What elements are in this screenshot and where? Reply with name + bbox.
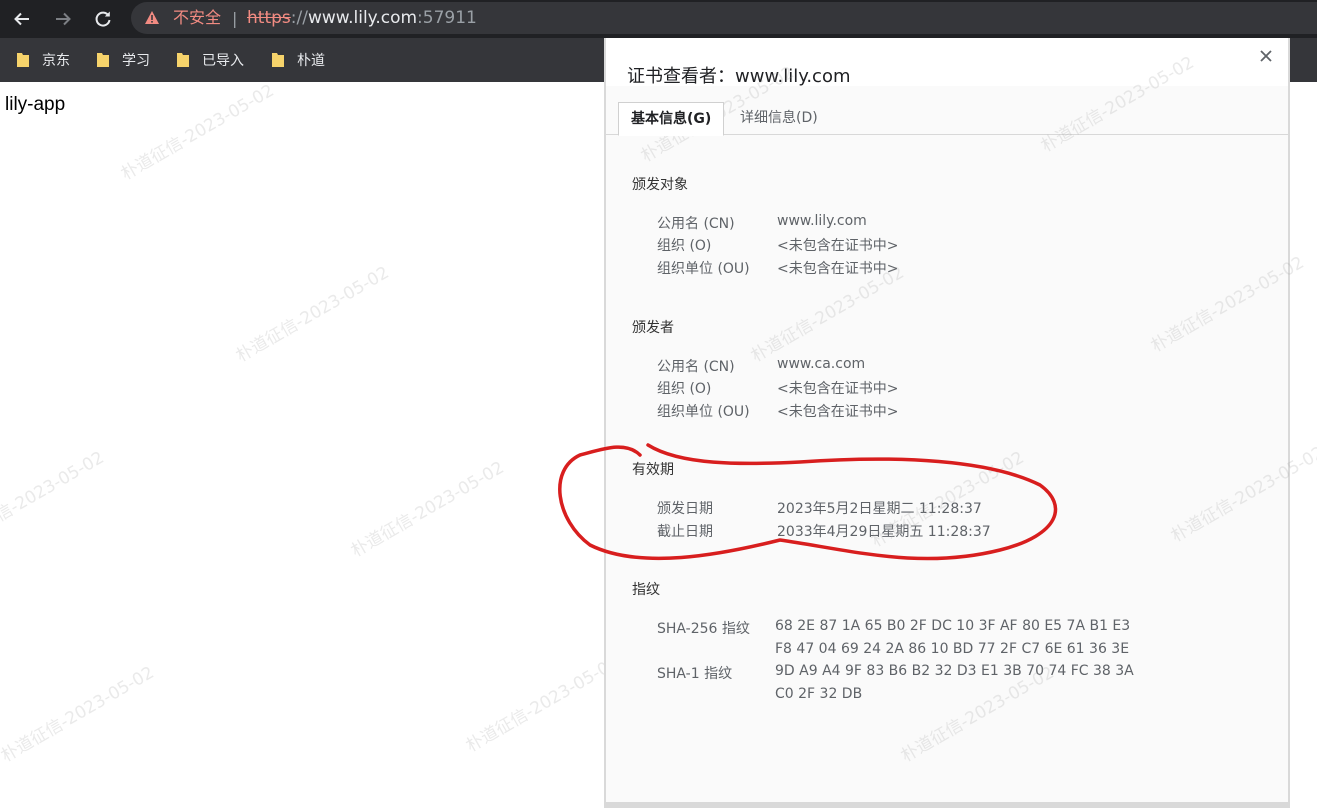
reload-icon[interactable] bbox=[89, 5, 117, 33]
folder-icon bbox=[16, 52, 30, 68]
bookmark-folder-imported[interactable]: 已导入 bbox=[176, 50, 244, 70]
url-scheme-separator: :// bbox=[290, 8, 308, 28]
issuer-cn-row: 公用名 (CN) www.ca.com bbox=[657, 356, 865, 376]
fingerprint-line: 68 2E 87 1A 65 B0 2F DC 10 3F AF 80 E5 7… bbox=[775, 618, 1131, 634]
back-icon[interactable] bbox=[8, 5, 36, 33]
close-icon[interactable] bbox=[1256, 46, 1276, 66]
field-label: 组织单位 (OU) bbox=[657, 261, 750, 277]
field-value: <未包含在证书中> bbox=[777, 238, 899, 254]
watermark: 朴道征信-2023-05-02 bbox=[232, 262, 393, 367]
field-label: 公用名 (CN) bbox=[657, 359, 735, 375]
field-value: 2023年5月2日星期二 11:28:37 bbox=[777, 501, 982, 517]
issued-date-row: 颁发日期 2023年5月2日星期二 11:28:37 bbox=[657, 498, 982, 518]
field-label: 截止日期 bbox=[657, 524, 713, 540]
section-title-fingerprints: 指纹 bbox=[632, 582, 660, 598]
field-value: www.lily.com bbox=[777, 213, 867, 229]
certificate-dialog-body: 基本信息(G) 详细信息(D) 颁发对象 公用名 (CN) www.lily.c… bbox=[606, 86, 1288, 802]
bookmark-folder-jingdong[interactable]: 京东 bbox=[16, 50, 70, 70]
url-port: :57911 bbox=[417, 8, 477, 28]
section-title-subject: 颁发对象 bbox=[632, 177, 688, 193]
bookmark-label: 学习 bbox=[122, 53, 150, 69]
url-host: www.lily.com bbox=[307, 8, 418, 28]
section-title-issuer: 颁发者 bbox=[632, 320, 674, 336]
subject-cn-row: 公用名 (CN) www.lily.com bbox=[657, 213, 867, 233]
subject-o-row: 组织 (O) <未包含在证书中> bbox=[657, 235, 898, 255]
field-label: 组织 (O) bbox=[657, 381, 712, 397]
field-label: SHA-1 指纹 bbox=[657, 666, 733, 682]
field-value: <未包含在证书中> bbox=[777, 261, 899, 277]
field-label: SHA-256 指纹 bbox=[657, 621, 750, 637]
expiry-date-row: 截止日期 2033年4月29日星期五 11:28:37 bbox=[657, 521, 991, 541]
omnibox-separator: | bbox=[232, 9, 238, 28]
bookmark-label: 京东 bbox=[42, 53, 70, 69]
issuer-o-row: 组织 (O) <未包含在证书中> bbox=[657, 378, 898, 398]
issuer-ou-row: 组织单位 (OU) <未包含在证书中> bbox=[657, 401, 898, 421]
field-label: 公用名 (CN) bbox=[657, 216, 735, 232]
url-scheme: https bbox=[247, 8, 291, 28]
field-label: 组织 (O) bbox=[657, 238, 712, 254]
watermark: 朴道征信-2023-05-02 bbox=[347, 457, 508, 562]
fingerprint-line: F8 47 04 69 24 2A 86 10 BD 77 2F C7 6E 6… bbox=[775, 641, 1130, 657]
dialog-title: 证书查看者：www.lily.com bbox=[627, 66, 851, 87]
sha1-fingerprint-row: SHA-1 指纹 9D A9 A4 9F 83 B6 B2 32 D3 E1 3… bbox=[657, 663, 1134, 702]
field-value: 2033年4月29日星期五 11:28:37 bbox=[777, 524, 991, 540]
field-value: <未包含在证书中> bbox=[777, 381, 899, 397]
url-text[interactable]: https://www.lily.com:57911 bbox=[247, 7, 477, 29]
watermark: 朴道征信-2023-05-02 bbox=[0, 662, 158, 767]
fingerprint-line: 9D A9 A4 9F 83 B6 B2 32 D3 E1 3B 70 74 F… bbox=[775, 663, 1134, 679]
field-value: <未包含在证书中> bbox=[777, 404, 899, 420]
forward-icon[interactable] bbox=[49, 5, 77, 33]
certificate-dialog-header: 证书查看者：www.lily.com bbox=[606, 38, 1288, 87]
address-bar[interactable]: 不安全 | https://www.lily.com:57911 bbox=[131, 2, 1317, 34]
browser-toolbar: 不安全 | https://www.lily.com:57911 bbox=[0, 0, 1317, 38]
security-status-label[interactable]: 不安全 bbox=[173, 7, 221, 29]
folder-icon bbox=[176, 52, 190, 68]
bookmark-label: 已导入 bbox=[202, 53, 244, 69]
field-value: www.ca.com bbox=[777, 356, 866, 372]
section-title-validity: 有效期 bbox=[632, 462, 674, 478]
folder-icon bbox=[96, 52, 110, 68]
watermark: 朴道征信-2023-05-02 bbox=[0, 447, 108, 552]
bookmark-label: 朴道 bbox=[297, 53, 325, 69]
fingerprint-line: C0 2F 32 DB bbox=[775, 686, 863, 702]
watermark: 朴道征信-2023-05-02 bbox=[462, 652, 623, 757]
warning-icon[interactable] bbox=[144, 10, 160, 29]
subject-ou-row: 组织单位 (OU) <未包含在证书中> bbox=[657, 258, 898, 278]
watermark: 朴道征信-2023-05-02 bbox=[117, 80, 278, 185]
tab-general[interactable]: 基本信息(G) bbox=[618, 102, 725, 136]
field-label: 组织单位 (OU) bbox=[657, 404, 750, 420]
bookmark-folder-pudao[interactable]: 朴道 bbox=[271, 50, 325, 70]
sha256-fingerprint-row: SHA-256 指纹 68 2E 87 1A 65 B0 2F DC 10 3F… bbox=[657, 618, 1130, 657]
tab-details[interactable]: 详细信息(D) bbox=[728, 102, 830, 134]
bookmark-folder-study[interactable]: 学习 bbox=[96, 50, 150, 70]
field-label: 颁发日期 bbox=[657, 501, 713, 517]
folder-icon bbox=[271, 52, 285, 68]
page-heading: lily-app bbox=[5, 94, 66, 115]
